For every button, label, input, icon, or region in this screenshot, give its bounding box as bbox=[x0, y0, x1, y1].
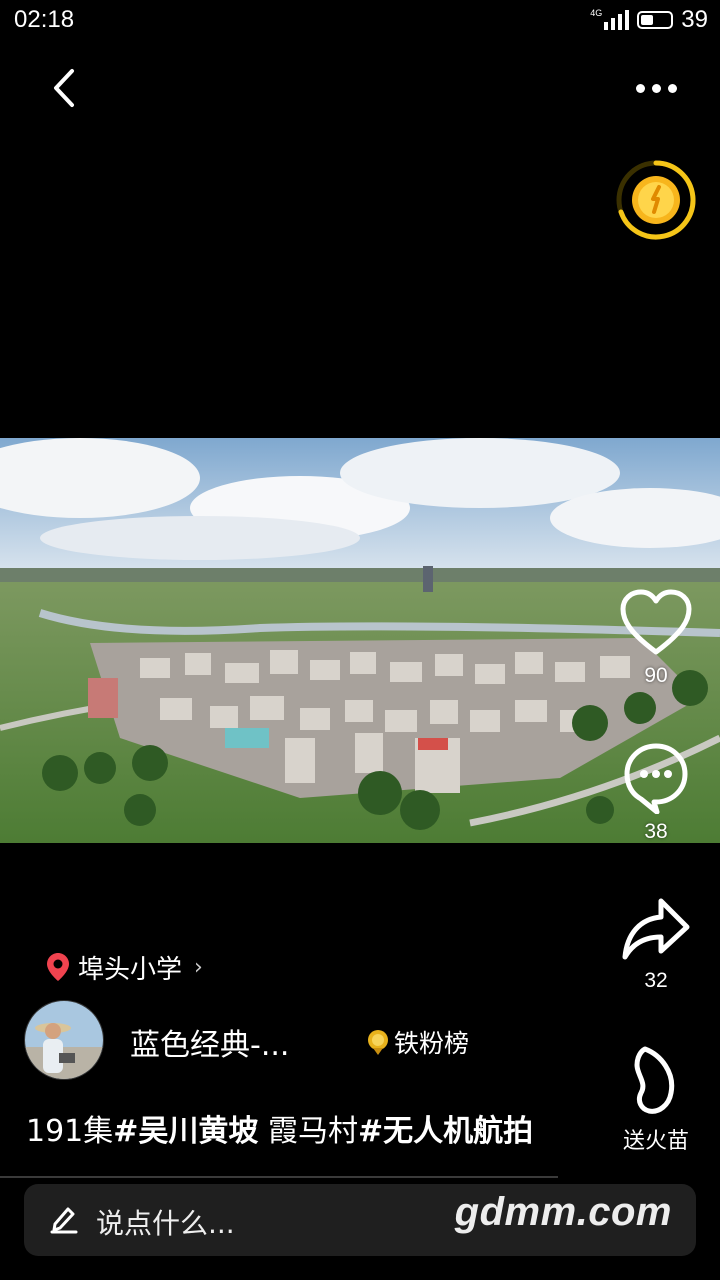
caption-text: 霞马村 bbox=[258, 1114, 358, 1149]
comment-bubble-icon bbox=[624, 743, 688, 815]
back-button[interactable] bbox=[42, 66, 86, 110]
chevron-left-icon bbox=[54, 69, 74, 107]
avatar[interactable] bbox=[24, 1000, 104, 1080]
video-caption: 191集#吴川黄坡 霞马村#无人机航拍 bbox=[26, 1106, 533, 1150]
battery-level: 39 bbox=[681, 6, 708, 33]
chevron-right-icon: › bbox=[194, 954, 203, 980]
watermark: gdmm.com bbox=[454, 1190, 672, 1234]
caption-hashtag[interactable]: #无人机航拍 bbox=[358, 1114, 533, 1149]
pencil-icon bbox=[50, 1207, 78, 1234]
caption-hashtag[interactable]: #吴川黄坡 bbox=[113, 1114, 258, 1149]
location-label: 埠头小学 bbox=[78, 954, 183, 985]
gift-label: 送火苗 bbox=[622, 1129, 689, 1154]
share-arrow-icon bbox=[622, 898, 690, 960]
battery-icon bbox=[637, 11, 674, 29]
dot bbox=[635, 83, 645, 93]
more-button[interactable] bbox=[624, 66, 688, 110]
comment-count: 38 bbox=[644, 820, 668, 843]
status-bar: 02:18 4G 39 bbox=[0, 0, 720, 40]
comment-input[interactable]: 说点什么... bbox=[96, 1202, 235, 1242]
author-name[interactable]: 蓝色经典-... bbox=[130, 1020, 289, 1064]
heart-icon bbox=[620, 589, 692, 655]
status-time: 02:18 bbox=[14, 6, 75, 33]
medal-icon bbox=[368, 1030, 388, 1055]
dot bbox=[667, 83, 677, 93]
fan-rank-label: 铁粉榜 bbox=[394, 1029, 470, 1058]
location-pin-icon bbox=[47, 953, 69, 981]
like-count: 90 bbox=[644, 664, 668, 687]
avatar-image bbox=[25, 1001, 103, 1079]
gold-coin-icon bbox=[616, 160, 696, 240]
share-count: 32 bbox=[644, 969, 668, 992]
comment-bar[interactable]: 说点什么... gdmm.com bbox=[24, 1184, 696, 1256]
network-type: 4G bbox=[590, 8, 603, 18]
comment-button[interactable]: 38 bbox=[610, 740, 702, 844]
fan-rank-badge[interactable]: 铁粉榜 bbox=[366, 1024, 469, 1060]
share-button[interactable]: 32 bbox=[610, 895, 702, 993]
signal-icon bbox=[604, 10, 630, 30]
status-indicators: 4G 39 bbox=[590, 6, 708, 34]
flame-icon bbox=[634, 1046, 675, 1114]
gift-fire-button[interactable]: 送火苗 bbox=[610, 1045, 702, 1155]
caption-episode: 191集 bbox=[26, 1114, 114, 1149]
coin-reward-widget[interactable] bbox=[613, 157, 699, 243]
dot bbox=[651, 83, 661, 93]
like-button[interactable]: 90 bbox=[610, 588, 702, 688]
location-tag[interactable]: 埠头小学 › bbox=[46, 947, 203, 987]
divider bbox=[0, 1176, 558, 1178]
